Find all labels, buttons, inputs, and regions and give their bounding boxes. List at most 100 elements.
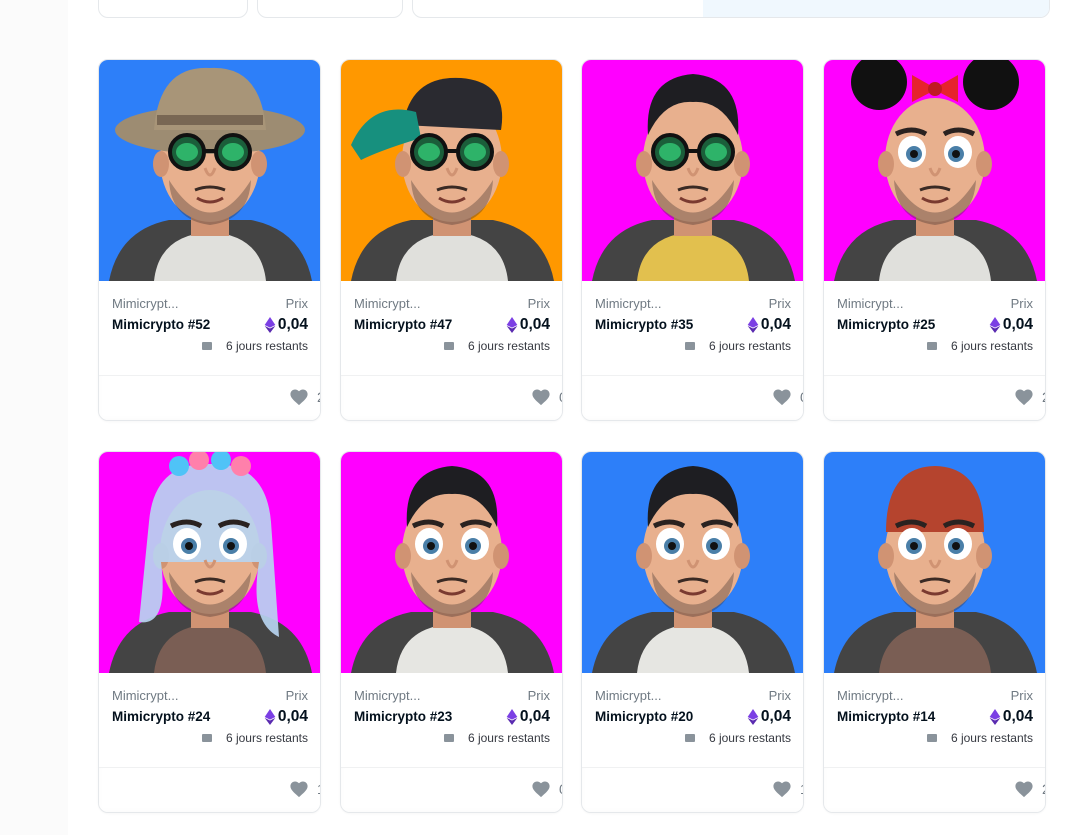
card-footer: 0 [341,767,562,812]
price-label: Prix [768,688,791,703]
time-remaining: 6 jours restants [443,731,550,745]
like-button[interactable]: 0 [531,388,562,406]
nft-image[interactable] [824,60,1045,281]
heart-icon [1015,781,1033,798]
price-label: Prix [527,688,550,703]
eth-icon [747,317,759,333]
like-count: 0 [800,389,803,405]
price-label: Prix [285,296,308,311]
time-remaining-text: 6 jours restants [950,731,1033,745]
price-label: Prix [527,296,550,311]
nft-card[interactable]: Mimicrypt... Mimicrypto #23 Prix 0,04 6 … [340,451,563,813]
collection-name[interactable]: Mimicrypt... [354,296,454,311]
price-value: 0,04 [747,708,791,726]
heart-icon [773,781,791,798]
calendar-icon [684,342,695,350]
heart-icon [290,781,308,798]
nft-image[interactable] [582,452,803,673]
filter-box-1[interactable] [98,0,248,18]
time-remaining: 6 jours restants [684,339,791,353]
eth-icon [506,709,518,725]
heart-icon [1015,389,1033,406]
like-count: 2 [1042,389,1045,405]
calendar-icon [684,734,695,742]
like-button[interactable]: 2 [1014,780,1045,798]
nft-card[interactable]: Mimicrypt... Mimicrypto #20 Prix 0,04 6 … [581,451,804,813]
item-title: Mimicrypto #52 [112,317,211,332]
card-footer: 0 [341,375,562,420]
card-info: Mimicrypt... Mimicrypto #47 Prix 0,04 6 … [341,281,562,375]
collection-name[interactable]: Mimicrypt... [595,688,695,703]
collection-name[interactable]: Mimicrypt... [837,296,937,311]
calendar-icon [926,734,937,742]
card-info: Mimicrypt... Mimicrypto #20 Prix 0,04 6 … [582,673,803,767]
time-remaining-text: 6 jours restants [225,731,308,745]
nft-card[interactable]: Mimicrypt... Mimicrypto #35 Prix 0,04 6 … [581,59,804,421]
eth-icon [747,709,759,725]
card-info: Mimicrypt... Mimicrypto #14 Prix 0,04 6 … [824,673,1045,767]
price-amount: 0,04 [519,708,550,725]
collection-name[interactable]: Mimicrypt... [354,688,454,703]
like-count: 2 [317,389,320,405]
nft-card[interactable]: Mimicrypt... Mimicrypto #14 Prix 0,04 6 … [823,451,1046,813]
nft-image[interactable] [824,452,1045,673]
time-remaining: 6 jours restants [684,731,791,745]
card-footer: 2 [99,375,320,420]
price-label: Prix [1010,296,1033,311]
filter-search[interactable] [412,0,1050,18]
nft-card[interactable]: Mimicrypt... Mimicrypto #52 Prix 0,04 6 … [98,59,321,421]
nft-image[interactable] [99,452,320,673]
card-footer: 1 [99,767,320,812]
heart-icon [532,389,550,406]
calendar-icon [201,734,212,742]
collection-name[interactable]: Mimicrypt... [595,296,695,311]
collection-name[interactable]: Mimicrypt... [112,688,212,703]
item-title: Mimicrypto #20 [595,709,694,724]
price-amount: 0,04 [760,316,791,333]
like-button[interactable]: 0 [531,780,562,798]
nft-card[interactable]: Mimicrypt... Mimicrypto #47 Prix 0,04 6 … [340,59,563,421]
like-button[interactable]: 1 [289,780,320,798]
price-amount: 0,04 [277,316,308,333]
like-button[interactable]: 1 [772,780,803,798]
collection-name[interactable]: Mimicrypt... [837,688,937,703]
calendar-icon [443,734,454,742]
card-info: Mimicrypt... Mimicrypto #24 Prix 0,04 6 … [99,673,320,767]
time-remaining: 6 jours restants [926,731,1033,745]
nft-image[interactable] [341,452,562,673]
like-count: 0 [559,781,562,797]
nft-card[interactable]: Mimicrypt... Mimicrypto #24 Prix 0,04 6 … [98,451,321,813]
time-remaining-text: 6 jours restants [708,339,791,353]
sidebar-gutter [0,0,68,835]
item-title: Mimicrypto #14 [837,709,936,724]
card-footer: 0 [582,375,803,420]
nft-card[interactable]: Mimicrypt... Mimicrypto #25 Prix 0,04 6 … [823,59,1046,421]
time-remaining-text: 6 jours restants [950,339,1033,353]
like-count: 1 [800,781,803,797]
heart-icon [532,781,550,798]
time-remaining-text: 6 jours restants [708,731,791,745]
price-value: 0,04 [506,316,550,334]
price-value: 0,04 [747,316,791,334]
time-remaining: 6 jours restants [926,339,1033,353]
filter-box-2[interactable] [257,0,403,18]
price-amount: 0,04 [519,316,550,333]
item-title: Mimicrypto #35 [595,317,694,332]
price-value: 0,04 [989,708,1033,726]
nft-image[interactable] [582,60,803,281]
calendar-icon [926,342,937,350]
price-amount: 0,04 [1002,708,1033,725]
like-button[interactable]: 2 [1014,388,1045,406]
price-value: 0,04 [989,316,1033,334]
collection-name[interactable]: Mimicrypt... [112,296,212,311]
nft-image[interactable] [341,60,562,281]
time-remaining-text: 6 jours restants [467,731,550,745]
card-footer: 1 [582,767,803,812]
like-button[interactable]: 2 [289,388,320,406]
price-amount: 0,04 [1002,316,1033,333]
like-count: 0 [559,389,562,405]
nft-image[interactable] [99,60,320,281]
like-button[interactable]: 0 [772,388,803,406]
price-amount: 0,04 [760,708,791,725]
calendar-icon [443,342,454,350]
